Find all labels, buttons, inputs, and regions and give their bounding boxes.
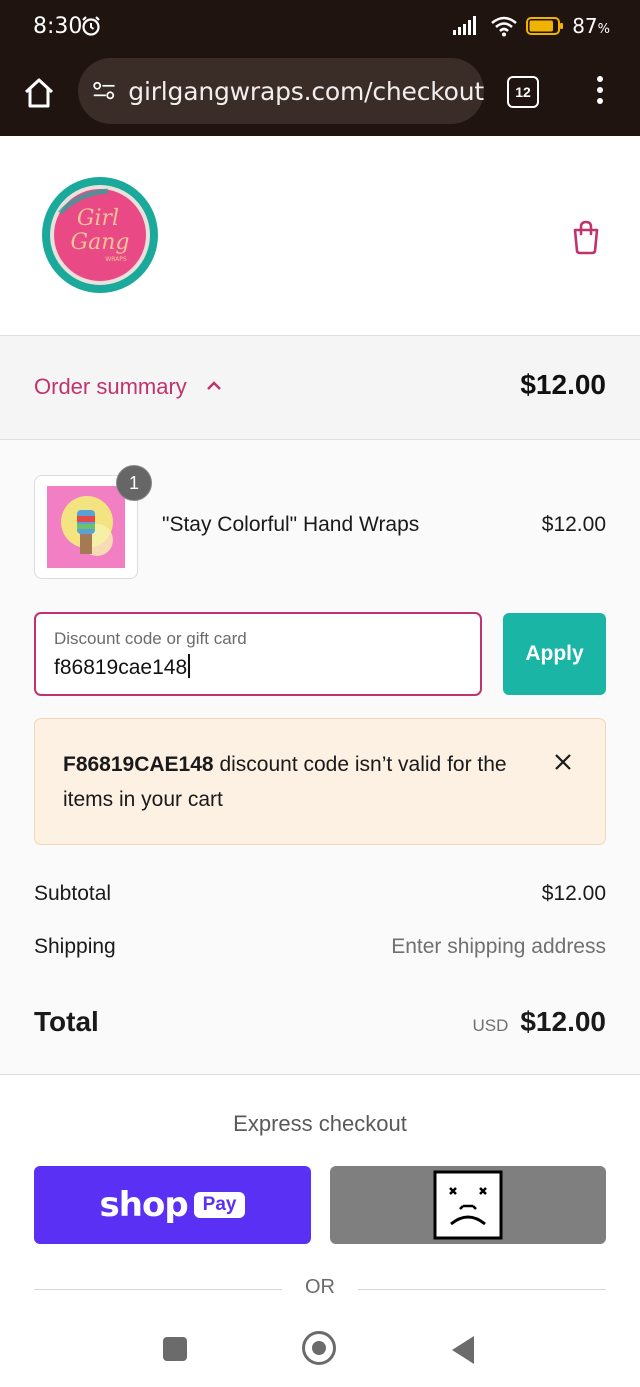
shop-pay-pill: Pay — [193, 1192, 246, 1218]
order-summary-total: $12.00 — [520, 369, 606, 400]
product-image — [47, 486, 125, 568]
svg-text:Girl: Girl — [77, 206, 119, 231]
recents-icon[interactable] — [163, 1337, 187, 1361]
product-thumbnail: 1 — [34, 465, 152, 579]
apply-button[interactable]: Apply — [503, 613, 606, 695]
browser-toolbar: girlgangwraps.com/checkout 12 — [0, 56, 640, 136]
back-icon[interactable] — [452, 1336, 474, 1364]
svg-text:WRAPS: WRAPS — [105, 256, 127, 263]
more-vert-icon[interactable] — [590, 76, 610, 110]
system-nav-bar — [0, 1318, 640, 1387]
battery-icon — [526, 17, 564, 35]
discount-error-message: F86819CAE148 discount code isn’t valid f… — [63, 753, 507, 811]
wifi-icon — [491, 16, 517, 37]
status-bar: 8:30 87% — [0, 0, 640, 56]
alternate-payment-button[interactable] — [330, 1166, 606, 1244]
quantity-badge: 1 — [116, 465, 152, 501]
battery-percent: 87% — [572, 14, 610, 38]
site-settings-icon[interactable] — [92, 79, 116, 103]
shipping-value: Enter shipping address — [391, 935, 606, 958]
or-separator: OR — [305, 1276, 335, 1298]
girl-gang-wraps-logo[interactable]: Girl Gang WRAPS — [38, 173, 162, 297]
store-header: Girl Gang WRAPS — [0, 137, 640, 336]
order-summary-panel: 1 "Stay Colorful" Hand Wraps $12.00 Disc… — [0, 440, 640, 1075]
subtotal-label: Subtotal — [34, 882, 112, 905]
signal-icon — [453, 16, 477, 35]
shop-pay-wordmark: shop — [99, 1185, 189, 1225]
discount-error-banner: F86819CAE148 discount code isn’t valid f… — [34, 718, 606, 845]
subtotal-value: $12.00 — [541, 882, 606, 905]
product-name: "Stay Colorful" Hand Wraps — [162, 513, 420, 536]
alarm-icon — [82, 16, 100, 36]
product-price: $12.00 — [541, 513, 606, 536]
tab-count: 12 — [515, 84, 531, 100]
order-summary-toggle[interactable]: Order summary $12.00 — [0, 336, 640, 440]
home-icon[interactable] — [22, 76, 56, 110]
discount-code-field[interactable]: Discount code or gift card f86819cae148 — [34, 612, 482, 696]
shipping-label: Shipping — [34, 935, 116, 958]
status-time: 8:30 — [33, 14, 83, 39]
express-checkout-title: Express checkout — [233, 1111, 407, 1136]
shopping-bag-icon[interactable] — [570, 219, 602, 255]
total-amount: USD $12.00 — [472, 1006, 606, 1038]
shop-pay-button[interactable]: shop Pay — [34, 1166, 311, 1244]
broken-image-icon — [433, 1170, 503, 1240]
total-label: Total — [34, 1006, 99, 1037]
tabs-button[interactable]: 12 — [507, 76, 539, 108]
currency-code: USD — [472, 1016, 509, 1035]
address-bar[interactable]: girlgangwraps.com/checkout — [78, 58, 484, 124]
chevron-up-icon[interactable] — [206, 378, 222, 394]
home-button-icon[interactable] — [302, 1331, 336, 1365]
discount-code-input[interactable]: f86819cae148 — [54, 654, 191, 680]
order-summary-label[interactable]: Order summary — [34, 374, 187, 400]
discount-field-label: Discount code or gift card — [54, 629, 247, 648]
svg-text:Gang: Gang — [71, 230, 130, 255]
url-text[interactable]: girlgangwraps.com/checkout — [128, 77, 484, 106]
close-icon[interactable] — [554, 753, 572, 771]
total-value: $12.00 — [520, 1006, 606, 1037]
